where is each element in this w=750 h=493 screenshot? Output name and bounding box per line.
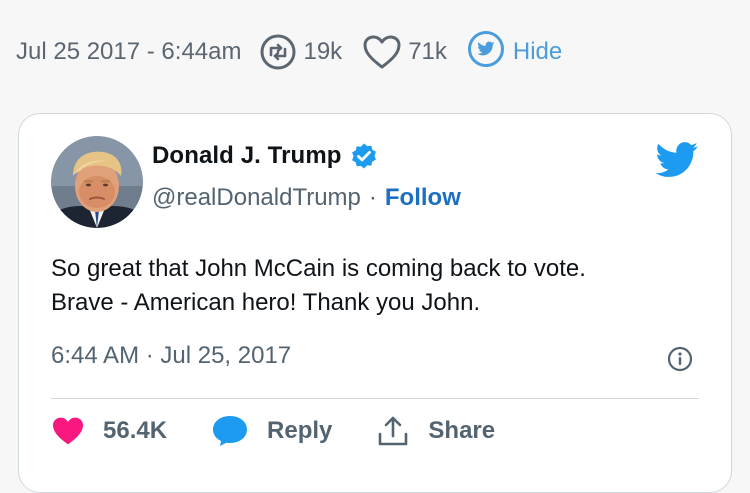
retweet-stat[interactable]: 19k bbox=[259, 33, 342, 71]
reply-label: Reply bbox=[267, 417, 333, 444]
retweet-count: 19k bbox=[303, 38, 343, 65]
tweet-date: Jul 25 2017 - 6:44am bbox=[16, 38, 242, 65]
share-button[interactable]: Share bbox=[376, 414, 495, 448]
tweet-actions: 56.4K Reply Share bbox=[51, 414, 539, 448]
tweet-meta-row: Jul 25 2017 - 6:44am 19k 71k Hide bbox=[16, 28, 562, 76]
handle-row: @realDonaldTrump · Follow bbox=[152, 184, 461, 212]
author-handle[interactable]: @realDonaldTrump bbox=[152, 184, 361, 212]
separator-dot: · bbox=[368, 184, 377, 211]
hide-label: Hide bbox=[512, 38, 563, 65]
info-icon[interactable] bbox=[667, 346, 693, 377]
author-name[interactable]: Donald J. Trump bbox=[152, 142, 342, 170]
heart-icon bbox=[51, 416, 85, 446]
tweet-text-line-2: Brave - American hero! Thank you John. bbox=[51, 289, 481, 316]
tweet-text: So great that John McCain is coming back… bbox=[51, 252, 711, 320]
heart-outline-icon bbox=[362, 34, 402, 70]
follow-button[interactable]: Follow bbox=[385, 184, 461, 212]
retweet-icon bbox=[259, 33, 297, 71]
verified-badge-icon bbox=[350, 142, 378, 170]
like-count: 71k bbox=[408, 38, 447, 65]
share-label: Share bbox=[428, 417, 496, 444]
tweet-text-line-1: So great that John McCain is coming back… bbox=[51, 255, 586, 282]
divider bbox=[51, 398, 699, 399]
like-stat[interactable]: 71k bbox=[362, 34, 447, 70]
share-icon bbox=[376, 414, 410, 448]
embedded-tweet-card[interactable]: Donald J. Trump @realDonaldTrump · Follo… bbox=[18, 113, 732, 493]
like-count-label: 56.4K bbox=[103, 417, 168, 444]
reply-bubble-icon bbox=[211, 414, 249, 448]
twitter-bird-circle-icon bbox=[467, 30, 505, 75]
avatar[interactable] bbox=[51, 136, 143, 228]
hide-button[interactable]: Hide bbox=[467, 30, 562, 75]
twitter-bird-icon[interactable] bbox=[655, 142, 699, 183]
tweet-timestamp[interactable]: 6:44 AM · Jul 25, 2017 bbox=[51, 342, 291, 370]
reply-button[interactable]: Reply bbox=[211, 414, 332, 448]
like-button[interactable]: 56.4K bbox=[51, 416, 167, 446]
author-name-row: Donald J. Trump bbox=[152, 142, 378, 170]
